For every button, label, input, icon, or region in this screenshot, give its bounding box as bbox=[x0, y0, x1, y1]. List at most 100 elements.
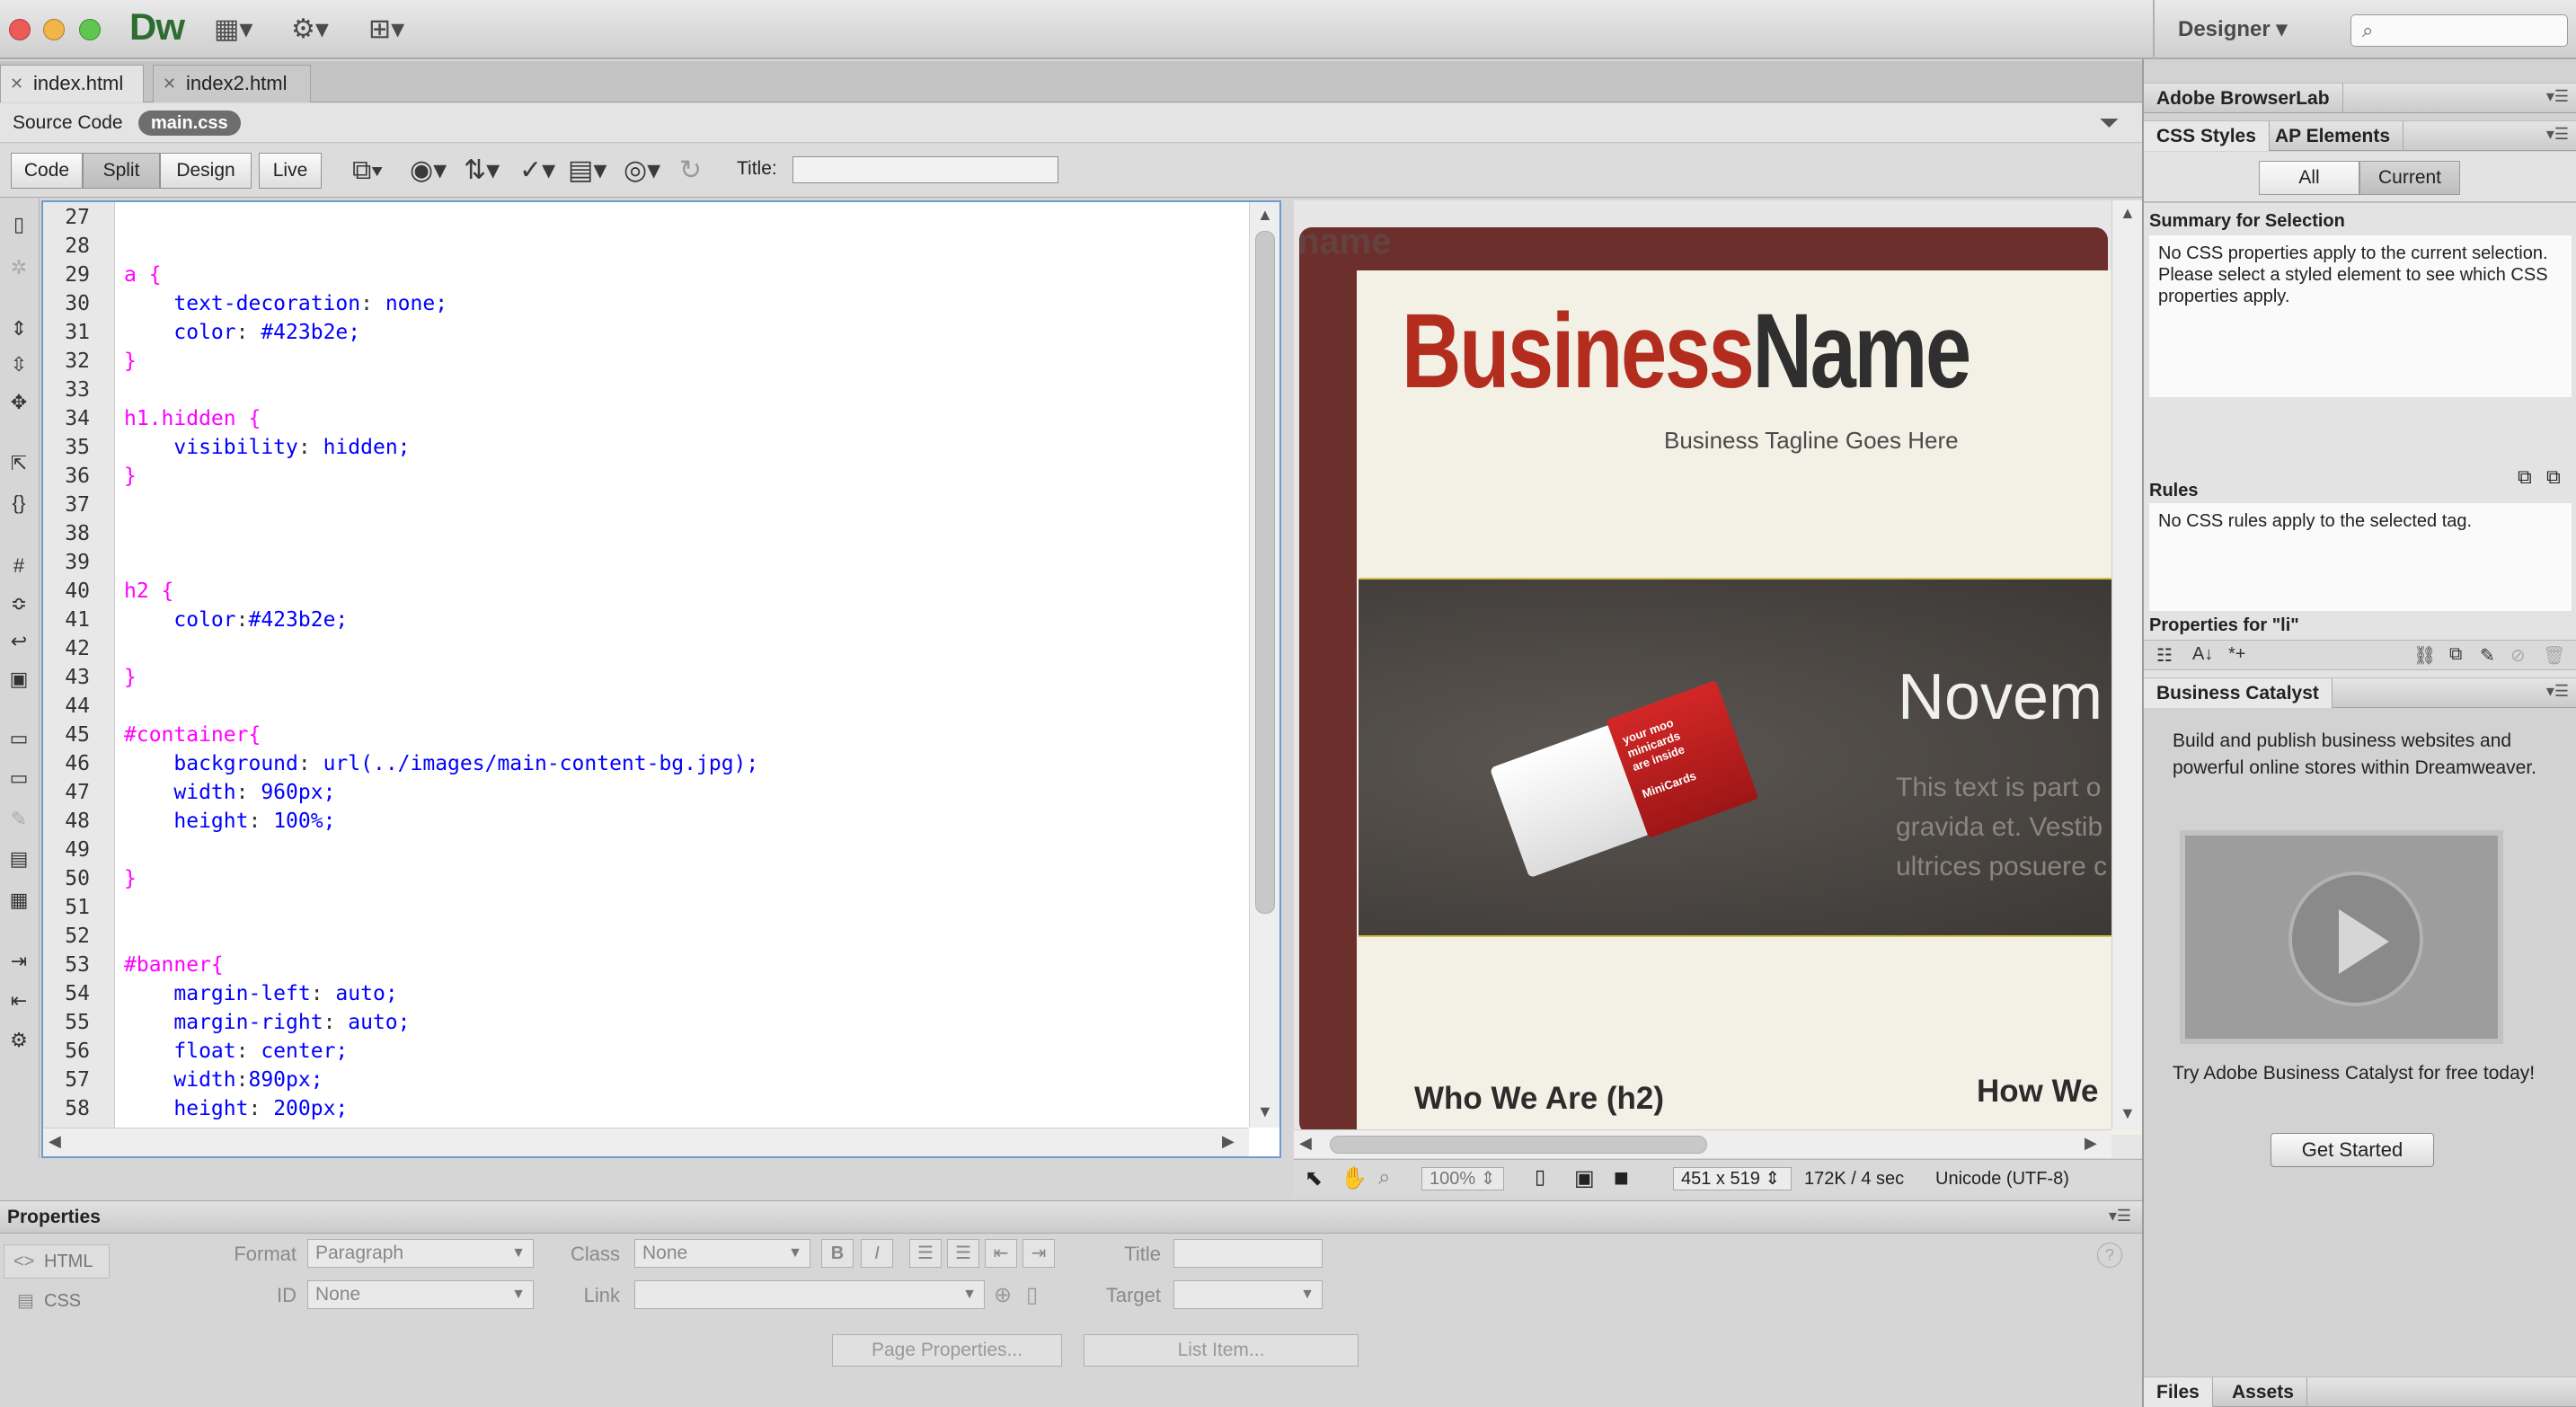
mobile-size-icon[interactable]: ▯ bbox=[1535, 1165, 1545, 1189]
browserlab-panel-header[interactable]: Adobe BrowserLab ▾☰ bbox=[2144, 83, 2576, 113]
remove-comment-icon[interactable]: ▭ bbox=[5, 765, 32, 792]
css-properties-button[interactable]: ▤ CSS bbox=[4, 1284, 110, 1318]
show-code-navigator-icon[interactable]: ✲ bbox=[5, 254, 32, 281]
outdent-code-icon[interactable]: ⇤ bbox=[5, 987, 32, 1014]
code-line[interactable]: } bbox=[124, 666, 137, 689]
code-line[interactable]: background: url(../images/main-content-b… bbox=[124, 752, 758, 775]
unordered-list-icon[interactable]: ☰ bbox=[909, 1239, 942, 1268]
code-line[interactable]: } bbox=[124, 867, 137, 890]
code-line[interactable]: visibility: hidden; bbox=[124, 436, 410, 459]
browser-compatibility-icon[interactable]: ▤▾ bbox=[568, 155, 606, 187]
minimize-window-button[interactable] bbox=[43, 19, 65, 40]
tab-index2-html[interactable]: ✕ index2.html bbox=[153, 65, 311, 102]
multiscreen-icon[interactable]: ⧉▾ bbox=[352, 155, 383, 187]
panel-menu-icon[interactable]: ▾☰ bbox=[2109, 1207, 2131, 1226]
file-management-icon[interactable]: ⇅▾ bbox=[464, 155, 500, 187]
scroll-thumb[interactable] bbox=[1330, 1136, 1707, 1154]
workspace-switcher[interactable]: Designer ▾ bbox=[2178, 16, 2287, 42]
code-line[interactable]: } bbox=[124, 465, 137, 488]
code-line[interactable]: color:#423b2e; bbox=[124, 608, 348, 632]
collapse-selection-icon[interactable]: ⇳ bbox=[5, 351, 32, 378]
refresh-icon[interactable]: ↻ bbox=[679, 155, 702, 187]
tab-assets[interactable]: Assets bbox=[2219, 1377, 2307, 1407]
document-title-input[interactable] bbox=[792, 156, 1058, 183]
code-line[interactable]: #container{ bbox=[124, 723, 261, 747]
code-vertical-scrollbar[interactable]: ▲ ▼ bbox=[1249, 202, 1279, 1128]
panel-menu-icon[interactable]: ▾☰ bbox=[2546, 125, 2569, 144]
id-select[interactable]: None ▼ bbox=[307, 1280, 534, 1309]
code-line[interactable]: #banner{ bbox=[124, 953, 224, 977]
tab-business-catalyst[interactable]: Business Catalyst bbox=[2144, 678, 2333, 708]
business-name-logo[interactable]: BusinessName bbox=[1402, 290, 1971, 412]
class-select[interactable]: None ▼ bbox=[634, 1239, 810, 1268]
business-catalyst-video-thumbnail[interactable] bbox=[2180, 830, 2503, 1044]
link-input[interactable]: ▼ bbox=[634, 1280, 985, 1309]
apply-comment-icon[interactable]: ▭ bbox=[5, 725, 32, 752]
page-properties-button[interactable]: Page Properties... bbox=[832, 1334, 1062, 1367]
play-icon[interactable] bbox=[2288, 872, 2423, 1006]
code-view[interactable]: 27 28 29 30 31 32 33 34 35 36 37 38 39 40 41 42 43 44 45 46… bbox=[41, 200, 1281, 1158]
open-documents-icon[interactable]: ▯ bbox=[5, 211, 32, 238]
design-vertical-scrollbar[interactable]: ▲ ▼ bbox=[2111, 200, 2142, 1129]
banner[interactable]: your moo minicards are inside MiniCards N… bbox=[1359, 578, 2142, 937]
preview-in-browser-icon[interactable]: ◉▾ bbox=[410, 155, 447, 187]
code-line[interactable]: width: 960px; bbox=[124, 781, 335, 804]
code-line[interactable]: margin-left: auto; bbox=[124, 982, 397, 1005]
line-numbers-icon[interactable]: # bbox=[5, 553, 32, 580]
word-wrap-icon[interactable]: ↩ bbox=[5, 628, 32, 655]
close-window-button[interactable] bbox=[9, 19, 31, 40]
italic-icon[interactable]: I bbox=[861, 1239, 893, 1268]
highlight-invalid-code-icon[interactable]: ≎ bbox=[5, 590, 32, 617]
code-line[interactable]: a { bbox=[124, 263, 162, 287]
recent-snippets-icon[interactable]: ▤ bbox=[5, 845, 32, 872]
set-properties-icon[interactable]: *+ bbox=[2228, 644, 2245, 665]
format-source-code-icon[interactable]: ⚙ bbox=[5, 1027, 32, 1054]
html-properties-button[interactable]: <> HTML bbox=[4, 1244, 110, 1279]
hand-tool-icon[interactable]: ✋ bbox=[1341, 1165, 1368, 1191]
code-line[interactable]: text-decoration: none; bbox=[124, 292, 447, 315]
code-horizontal-scrollbar[interactable]: ◀ ▶ bbox=[43, 1128, 1249, 1156]
move-css-icon[interactable]: ▦ bbox=[5, 887, 32, 914]
scroll-down-icon[interactable]: ▼ bbox=[1257, 1102, 1273, 1121]
code-line[interactable]: } bbox=[124, 350, 137, 373]
show-cascade-icon[interactable]: ⧉ bbox=[2518, 465, 2532, 489]
panel-menu-icon[interactable]: ▾☰ bbox=[2546, 87, 2569, 106]
code-line[interactable]: height: 100%; bbox=[124, 810, 335, 833]
design-view-button[interactable]: Design bbox=[160, 153, 252, 189]
scroll-down-icon[interactable]: ▼ bbox=[2120, 1104, 2136, 1123]
gear-icon[interactable]: ⚙▾ bbox=[291, 13, 329, 47]
w3c-validation-icon[interactable]: ✓▾ bbox=[519, 155, 555, 187]
code-line[interactable]: float: center; bbox=[124, 1040, 348, 1063]
list-item-button[interactable]: List Item... bbox=[1084, 1334, 1359, 1367]
scroll-right-icon[interactable]: ▶ bbox=[2085, 1134, 2097, 1153]
balance-braces-icon[interactable]: {} bbox=[5, 490, 32, 517]
window-size-select[interactable]: 451 x 519 ⇕ bbox=[1673, 1167, 1792, 1190]
format-select[interactable]: Paragraph ▼ bbox=[307, 1239, 534, 1268]
tab-files[interactable]: Files bbox=[2144, 1377, 2213, 1407]
show-rule-info-icon[interactable]: ⧉ bbox=[2546, 465, 2561, 489]
close-icon[interactable]: ✕ bbox=[10, 66, 23, 102]
tab-css-styles[interactable]: CSS Styles bbox=[2144, 121, 2270, 151]
new-css-rule-icon[interactable]: ⧉ bbox=[2449, 644, 2462, 665]
tab-ap-elements[interactable]: AP Elements bbox=[2262, 121, 2403, 151]
scroll-thumb[interactable] bbox=[1255, 231, 1275, 914]
all-mode-button[interactable]: All bbox=[2259, 161, 2359, 195]
expand-all-icon[interactable]: ✥ bbox=[5, 389, 32, 416]
tab-index-html[interactable]: ✕ index.html bbox=[0, 65, 144, 102]
attach-style-sheet-icon[interactable]: ⛓ bbox=[2413, 644, 2436, 667]
related-file-main-css[interactable]: main.css bbox=[138, 111, 241, 136]
browse-folder-icon[interactable]: ▯ bbox=[1026, 1282, 1038, 1308]
scroll-up-icon[interactable]: ▲ bbox=[1257, 206, 1273, 225]
live-view-button[interactable]: Live bbox=[259, 153, 322, 189]
current-mode-button[interactable]: Current bbox=[2359, 161, 2460, 195]
properties-panel-header[interactable]: Properties ▾☰ bbox=[0, 1201, 2142, 1234]
zoom-tool-icon[interactable]: ⌕ bbox=[1378, 1165, 1390, 1190]
ordered-list-icon[interactable]: ☰ bbox=[947, 1239, 979, 1268]
select-parent-tag-icon[interactable]: ⇱ bbox=[5, 450, 32, 477]
tablet-size-icon[interactable]: ▣ bbox=[1574, 1165, 1595, 1191]
scroll-left-icon[interactable]: ◀ bbox=[49, 1132, 61, 1151]
category-view-icon[interactable]: ☷ bbox=[2156, 644, 2173, 667]
panel-menu-icon[interactable]: ▾☰ bbox=[2546, 682, 2569, 701]
scroll-right-icon[interactable]: ▶ bbox=[1222, 1132, 1235, 1151]
get-started-button[interactable]: Get Started bbox=[2271, 1133, 2434, 1167]
